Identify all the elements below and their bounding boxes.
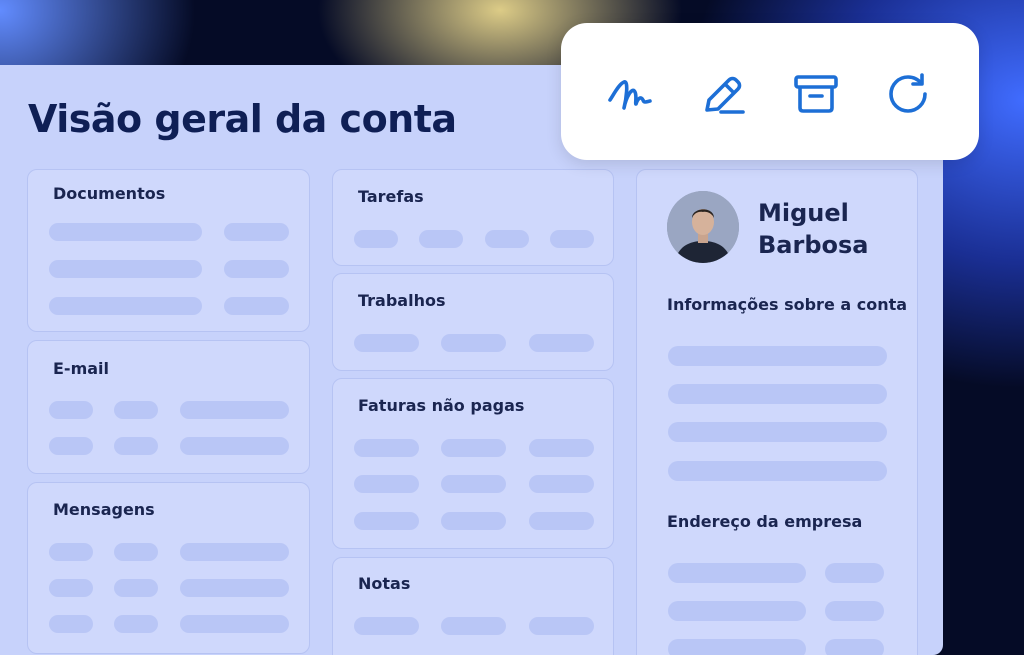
skeleton-line xyxy=(224,260,289,278)
skeleton-line xyxy=(114,437,158,455)
skeleton-line xyxy=(668,384,887,404)
card-title: Faturas não pagas xyxy=(358,396,525,415)
company-address-heading: Endereço da empresa xyxy=(667,512,863,531)
skeleton-line xyxy=(668,639,806,655)
skeleton-line xyxy=(485,230,529,248)
skeleton-line xyxy=(529,475,594,493)
skeleton-line xyxy=(49,579,93,597)
card-tarefas[interactable]: Tarefas xyxy=(332,169,614,266)
card-title: Mensagens xyxy=(53,500,155,519)
page-title: Visão geral da conta xyxy=(28,97,457,141)
skeleton-line xyxy=(668,422,887,442)
card-notas[interactable]: Notas xyxy=(332,557,614,655)
account-info-heading: Informações sobre a conta xyxy=(667,295,908,314)
skeleton-line xyxy=(668,563,806,583)
skeleton-line xyxy=(550,230,594,248)
skeleton-line xyxy=(668,461,887,481)
card-documentos[interactable]: Documentos xyxy=(27,169,310,332)
skeleton-line xyxy=(114,401,158,419)
skeleton-line xyxy=(354,334,419,352)
skeleton-line xyxy=(441,617,506,635)
card-mensagens[interactable]: Mensagens xyxy=(27,482,310,654)
skeleton-line xyxy=(419,230,463,248)
avatar-portrait-icon xyxy=(667,191,739,263)
skeleton-line xyxy=(224,297,289,315)
skeleton-line xyxy=(114,615,158,633)
card-title: Tarefas xyxy=(358,187,424,206)
skeleton-line xyxy=(441,475,506,493)
skeleton-line xyxy=(668,601,806,621)
skeleton-line xyxy=(529,512,594,530)
profile-last-name: Barbosa xyxy=(758,231,869,259)
profile-name: Miguel Barbosa xyxy=(758,197,898,261)
action-toolbar xyxy=(561,23,979,160)
skeleton-line xyxy=(668,346,887,366)
profile-first-name: Miguel xyxy=(758,199,849,227)
skeleton-line xyxy=(224,223,289,241)
card-faturas-nao-pagas[interactable]: Faturas não pagas xyxy=(332,378,614,549)
skeleton-line xyxy=(529,334,594,352)
archive-button[interactable] xyxy=(787,65,845,123)
skeleton-line xyxy=(354,617,419,635)
signature-icon xyxy=(608,80,652,110)
skeleton-line xyxy=(114,543,158,561)
skeleton-line xyxy=(180,401,289,419)
skeleton-line xyxy=(354,439,419,457)
skeleton-line xyxy=(49,401,93,419)
skeleton-line xyxy=(354,512,419,530)
skeleton-line xyxy=(49,260,202,278)
sign-button[interactable] xyxy=(601,65,659,123)
skeleton-line xyxy=(114,579,158,597)
skeleton-line xyxy=(180,615,289,633)
skeleton-line xyxy=(529,617,594,635)
skeleton-line xyxy=(49,437,93,455)
skeleton-line xyxy=(49,615,93,633)
archive-icon xyxy=(794,75,838,113)
card-email[interactable]: E-mail xyxy=(27,340,310,474)
skeleton-line xyxy=(441,439,506,457)
avatar[interactable] xyxy=(667,191,739,263)
card-title: Notas xyxy=(358,574,411,593)
pen-icon xyxy=(705,76,745,114)
skeleton-line xyxy=(49,223,202,241)
skeleton-line xyxy=(354,475,419,493)
skeleton-line xyxy=(180,437,289,455)
skeleton-line xyxy=(825,601,884,621)
refresh-button[interactable] xyxy=(879,65,937,123)
skeleton-line xyxy=(49,543,93,561)
skeleton-line xyxy=(49,297,202,315)
edit-button[interactable] xyxy=(694,65,752,123)
skeleton-line xyxy=(825,639,884,655)
card-title: Trabalhos xyxy=(358,291,446,310)
refresh-icon xyxy=(889,73,927,113)
skeleton-line xyxy=(441,512,506,530)
skeleton-line xyxy=(529,439,594,457)
skeleton-line xyxy=(441,334,506,352)
card-trabalhos[interactable]: Trabalhos xyxy=(332,273,614,371)
skeleton-line xyxy=(354,230,398,248)
card-title: Documentos xyxy=(53,184,166,203)
skeleton-line xyxy=(180,543,289,561)
skeleton-line xyxy=(825,563,884,583)
card-title: E-mail xyxy=(53,359,110,378)
profile-card: Miguel Barbosa Informações sobre a conta… xyxy=(636,169,918,655)
skeleton-line xyxy=(180,579,289,597)
